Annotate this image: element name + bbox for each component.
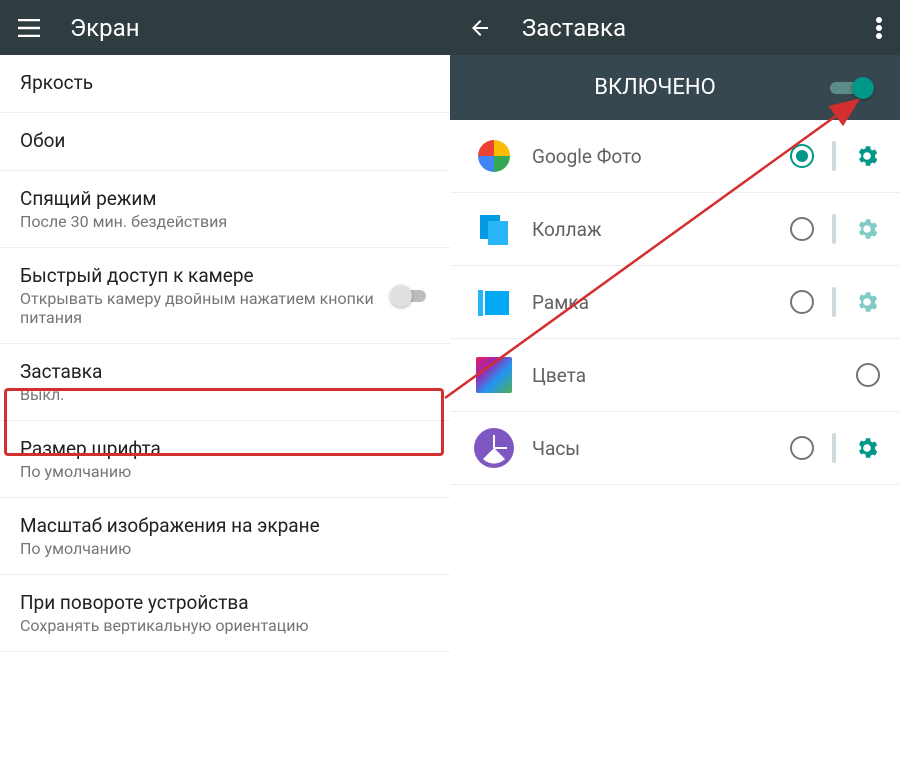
option-colors[interactable]: Цвета: [450, 339, 900, 412]
item-title: Заставка: [20, 360, 430, 383]
appbar-right: Заставка: [450, 0, 900, 55]
camera-toggle[interactable]: [392, 285, 430, 307]
page-title-right: Заставка: [522, 14, 876, 42]
divider: [832, 433, 836, 463]
option-label: Часы: [532, 437, 776, 460]
item-wallpaper[interactable]: Обои: [0, 113, 450, 171]
item-font-size[interactable]: Размер шрифта По умолчанию: [0, 421, 450, 498]
radio-google-photos[interactable]: [790, 144, 814, 168]
divider: [832, 214, 836, 244]
item-screensaver[interactable]: Заставка Выкл.: [0, 344, 450, 421]
status-label: ВКЛЮЧЕНО: [480, 75, 830, 100]
option-label: Google Фото: [532, 145, 776, 168]
item-subtitle: Выкл.: [20, 385, 430, 404]
item-subtitle: После 30 мин. бездействия: [20, 212, 430, 231]
divider: [832, 141, 836, 171]
status-bar: ВКЛЮЧЕНО: [450, 55, 900, 120]
item-subtitle: По умолчанию: [20, 462, 430, 481]
collage-icon: [470, 205, 518, 253]
colors-icon: [470, 351, 518, 399]
right-pane: Заставка ВКЛЮЧЕНО Google Фото: [450, 0, 900, 769]
gear-icon[interactable]: [854, 216, 880, 242]
screensaver-toggle[interactable]: [830, 77, 870, 99]
overflow-menu-icon[interactable]: [876, 17, 882, 39]
appbar-left: Экран: [0, 0, 450, 55]
gear-icon[interactable]: [854, 143, 880, 169]
screensaver-options-list: Google Фото Коллаж: [450, 120, 900, 769]
radio-colors[interactable]: [856, 363, 880, 387]
frame-icon: [470, 278, 518, 326]
clock-icon: [470, 424, 518, 472]
item-brightness[interactable]: Яркость: [0, 55, 450, 113]
google-photos-icon: [470, 132, 518, 180]
hamburger-icon[interactable]: [18, 19, 40, 37]
item-subtitle: По умолчанию: [20, 539, 430, 558]
item-title: Спящий режим: [20, 187, 430, 210]
option-collage[interactable]: Коллаж: [450, 193, 900, 266]
item-title: Яркость: [20, 71, 430, 94]
left-pane: Экран Яркость Обои Спящий режим После 30…: [0, 0, 450, 769]
gear-icon[interactable]: [854, 289, 880, 315]
radio-collage[interactable]: [790, 217, 814, 241]
divider: [832, 287, 836, 317]
item-rotation[interactable]: При повороте устройства Сохранять вертик…: [0, 575, 450, 652]
item-title: При повороте устройства: [20, 591, 430, 614]
item-title: Быстрый доступ к камере: [20, 264, 392, 287]
item-camera-shortcut[interactable]: Быстрый доступ к камере Открывать камеру…: [0, 248, 450, 344]
back-arrow-icon[interactable]: [468, 16, 492, 40]
option-clock[interactable]: Часы: [450, 412, 900, 485]
item-title: Размер шрифта: [20, 437, 430, 460]
item-display-scale[interactable]: Масштаб изображения на экране По умолчан…: [0, 498, 450, 575]
item-title: Обои: [20, 129, 430, 152]
item-title: Масштаб изображения на экране: [20, 514, 430, 537]
option-frame[interactable]: Рамка: [450, 266, 900, 339]
page-title-left: Экран: [70, 14, 432, 42]
settings-list: Яркость Обои Спящий режим После 30 мин. …: [0, 55, 450, 769]
item-subtitle: Открывать камеру двойным нажатием кнопки…: [20, 289, 392, 327]
option-label: Коллаж: [532, 218, 776, 241]
radio-frame[interactable]: [790, 290, 814, 314]
gear-icon[interactable]: [854, 435, 880, 461]
item-subtitle: Сохранять вертикальную ориентацию: [20, 616, 430, 635]
option-label: Цвета: [532, 364, 842, 387]
option-google-photos[interactable]: Google Фото: [450, 120, 900, 193]
item-sleep[interactable]: Спящий режим После 30 мин. бездействия: [0, 171, 450, 248]
radio-clock[interactable]: [790, 436, 814, 460]
option-label: Рамка: [532, 291, 776, 314]
